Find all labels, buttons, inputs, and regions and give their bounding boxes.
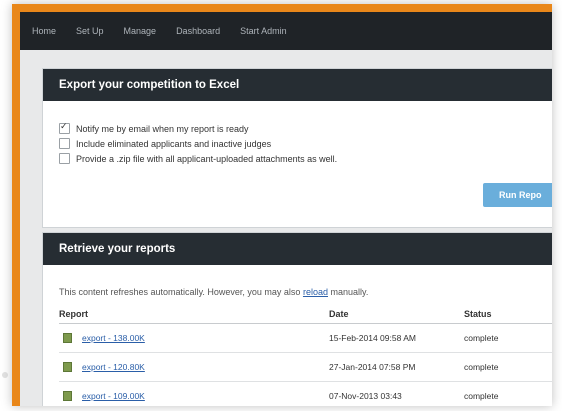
top-navigation: Home Set Up Manage Dashboard Start Admin [20,12,552,50]
option-label: Provide a .zip file with all applicant-u… [76,153,338,164]
nav-set-up[interactable]: Set Up [76,26,104,36]
decorative-dot [2,372,8,378]
status-cell: complete [464,323,552,353]
spreadsheet-icon [63,362,72,373]
option-include-eliminated[interactable]: Include eliminated applicants and inacti… [59,136,552,151]
export-options: Notify me by email when my report is rea… [43,101,552,166]
spreadsheet-icon [63,333,72,344]
nav-manage[interactable]: Manage [124,26,157,36]
info-text-before: This content refreshes automatically. Ho… [59,287,303,297]
nav-home[interactable]: Home [32,26,56,36]
table-row: export - 120.80K 27-Jan-2014 07:58 PM co… [59,352,552,382]
refresh-info: This content refreshes automatically. Ho… [59,287,552,297]
column-header-status[interactable]: Status [464,305,552,324]
export-panel-title: Export your competition to Excel [43,69,552,101]
table-header-row: Report Date Status [59,305,552,324]
app-viewport: Home Set Up Manage Dashboard Start Admin… [20,12,552,406]
retrieve-panel-title: Retrieve your reports [43,233,552,265]
report-download-link[interactable]: export - 138.00K [82,333,145,343]
column-header-report[interactable]: Report [59,305,329,324]
date-cell: 27-Jan-2014 07:58 PM [329,352,464,382]
option-notify-email[interactable]: Notify me by email when my report is rea… [59,121,552,136]
status-cell: complete [464,352,552,382]
column-header-date[interactable]: Date [329,305,464,324]
reports-table: Report Date Status export - 138.00K 15-F… [59,305,552,406]
date-cell: 07-Nov-2013 03:43 [329,381,464,406]
option-label: Notify me by email when my report is rea… [76,123,249,134]
table-row: export - 138.00K 15-Feb-2014 09:58 AM co… [59,323,552,353]
spreadsheet-icon [63,391,72,402]
nav-start-admin[interactable]: Start Admin [240,26,287,36]
export-panel: Export your competition to Excel Notify … [42,68,552,228]
status-cell: complete [464,381,552,406]
report-download-link[interactable]: export - 120.80K [82,362,145,372]
info-text-after: manually. [327,287,369,297]
report-download-link[interactable]: export - 109.00K [82,391,145,401]
reload-link[interactable]: reload [303,287,328,297]
notify-email-checkbox[interactable] [59,121,70,134]
run-report-button[interactable]: Run Repo [483,183,552,207]
report-cell: export - 120.80K [59,352,329,382]
report-cell: export - 138.00K [59,323,329,353]
option-zip-attachments[interactable]: Provide a .zip file with all applicant-u… [59,151,552,166]
highlight-frame: Home Set Up Manage Dashboard Start Admin… [12,4,552,406]
date-cell: 15-Feb-2014 09:58 AM [329,323,464,353]
zip-attachments-checkbox[interactable] [59,153,70,164]
report-cell: export - 109.00K [59,381,329,406]
table-row: export - 109.00K 07-Nov-2013 03:43 compl… [59,381,552,406]
nav-dashboard[interactable]: Dashboard [176,26,220,36]
retrieve-panel: Retrieve your reports This content refre… [42,232,552,406]
include-eliminated-checkbox[interactable] [59,138,70,149]
option-label: Include eliminated applicants and inacti… [76,138,272,149]
